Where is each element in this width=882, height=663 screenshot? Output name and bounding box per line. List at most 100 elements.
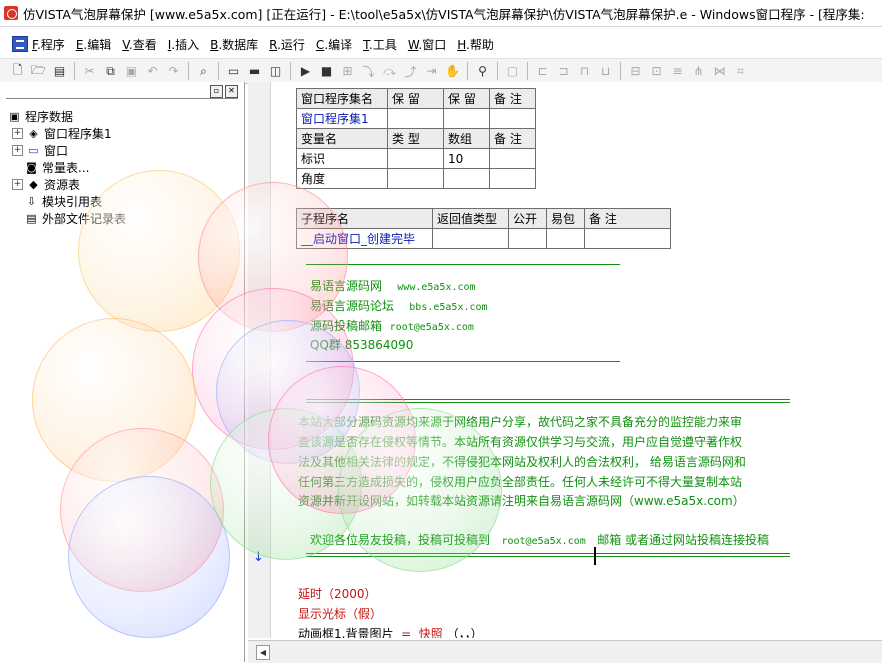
new-file-icon[interactable]: 🗋 [8,62,27,81]
menu-program[interactable]: F.程序 [32,36,65,53]
scroll-left-icon[interactable]: ◀ [256,645,270,660]
expand-icon[interactable]: + [12,128,23,139]
table-cell[interactable] [387,168,444,189]
col-header: 备 注 [584,208,671,229]
stop-icon[interactable]: ■ [317,62,336,81]
table-cell[interactable] [546,228,585,249]
col-header: 备 注 [489,88,536,109]
step-over-icon[interactable]: ⤼ [380,62,399,81]
menu-insert[interactable]: I.插入 [168,36,199,53]
ide-logo-icon[interactable] [12,36,28,52]
save-icon[interactable]: ▤ [50,62,69,81]
tree-item-module[interactable]: + ◈ 窗口程序集1 [8,125,126,142]
table-cell[interactable] [489,148,536,169]
center-vertical-icon[interactable]: ⋈ [710,62,729,81]
program-set-name[interactable]: 窗口程序集1 [296,108,388,129]
panel-header: ▫ ✕ [6,84,238,99]
panel-restore-icon[interactable]: ▫ [210,84,223,98]
table-cell[interactable] [584,228,671,249]
table-cell[interactable] [489,108,536,129]
constant-icon: ◙ [26,160,37,174]
table-cell[interactable] [508,228,547,249]
redo-icon[interactable]: ↷ [164,62,183,81]
col-header: 返回值类型 [432,208,509,229]
table-cell[interactable] [387,108,444,129]
variable-name[interactable]: 标识 [296,148,388,169]
form-designer-icon[interactable]: ▢ [503,62,522,81]
menu-edit[interactable]: E.编辑 [76,36,111,53]
menu-window[interactable]: W.窗口 [408,36,446,53]
table-cell[interactable] [489,168,536,189]
col-header: 易包 [546,208,585,229]
expand-icon[interactable]: + [12,179,23,190]
open-folder-icon[interactable]: 🗁 [29,62,48,81]
space-even-icon[interactable]: ≡ [668,62,687,81]
title-bar: 仿VISTA气泡屏幕保护 [www.e5a5x.com] [正在运行] - E:… [0,0,882,27]
code-line-delay[interactable]: 延时（2000） [298,585,377,602]
expand-icon[interactable]: + [12,145,23,156]
app-icon [4,6,18,20]
tab-layout-icon[interactable]: ▬ [245,62,264,81]
run-to-cursor-icon[interactable]: ⇥ [422,62,441,81]
grid-icon[interactable]: ⌗ [731,62,750,81]
col-header: 变量名 [296,128,388,149]
code-line-snapshot[interactable]: 动画框1.背景图片 = 快照 （，，） [298,625,483,638]
find-icon[interactable]: ⌕ [194,62,213,81]
cut-icon[interactable]: ✂ [80,62,99,81]
step-out-icon[interactable]: ⤴ [401,62,420,81]
table-cell[interactable] [387,148,444,169]
menu-bar: F.程序 E.编辑 V.查看 I.插入 B.数据库 R.运行 C.编译 T.工具… [0,32,882,56]
paste-icon[interactable]: ▣ [122,62,141,81]
horizontal-scrollbar[interactable]: ◀ [248,640,882,663]
external-file-icon: ▤ [26,211,37,225]
col-header: 窗口程序集名 [296,88,388,109]
variable-name[interactable]: 角度 [296,168,388,189]
same-width-icon[interactable]: ⊟ [626,62,645,81]
menu-view[interactable]: V.查看 [122,36,157,53]
tree-item-constants[interactable]: ◙ 常量表... [8,159,126,176]
split-layout-icon[interactable]: ◫ [266,62,285,81]
align-left-icon[interactable]: ⊏ [533,62,552,81]
bubble [338,408,502,572]
table-cell[interactable] [443,168,490,189]
comment-line[interactable]: 易语言源码论坛 bbs.e5a5x.com [310,297,488,314]
module-icon: ◈ [29,126,38,140]
toolbar-separator [497,62,498,80]
panel-close-icon[interactable]: ✕ [225,84,238,98]
comment-divider [306,264,620,265]
toolbar-separator [620,62,621,80]
table-cell[interactable]: 10 [443,148,490,169]
tree-root[interactable]: ▣ 程序数据 [8,108,126,125]
col-header: 备 注 [489,128,536,149]
bubble [68,476,230,638]
same-height-icon[interactable]: ⊡ [647,62,666,81]
align-top-icon[interactable]: ⊔ [596,62,615,81]
run-icon[interactable]: ▶ [296,62,315,81]
step-icon[interactable]: ⊞ [338,62,357,81]
toolbar-separator [290,62,291,80]
step-into-icon[interactable]: ⤵ [359,62,378,81]
tree-item-window[interactable]: + ▭ 窗口 [8,142,126,159]
undo-icon[interactable]: ↶ [143,62,162,81]
menu-run[interactable]: R.运行 [269,36,305,53]
menu-compile[interactable]: C.编译 [316,36,352,53]
menu-tools[interactable]: T.工具 [363,36,397,53]
table-cell[interactable] [432,228,509,249]
align-right-icon[interactable]: ⊓ [575,62,594,81]
table-cell[interactable] [443,108,490,129]
code-line-show-cursor[interactable]: 显示光标（假） [298,605,382,622]
menu-database[interactable]: B.数据库 [210,36,258,53]
window-layout-icon[interactable]: ▭ [224,62,243,81]
col-header: 保 留 [387,88,444,109]
search-binoculars-icon[interactable]: ⚲ [473,62,492,81]
window-title: 仿VISTA气泡屏幕保护 [www.e5a5x.com] [正在运行] - E:… [23,6,865,22]
col-header: 保 留 [443,88,490,109]
window-icon: ▭ [28,143,39,157]
copy-icon[interactable]: ⧉ [101,62,120,81]
align-center-icon[interactable]: ⊐ [554,62,573,81]
center-horizontal-icon[interactable]: ⋔ [689,62,708,81]
toolbar-separator [188,62,189,80]
hand-icon[interactable]: ✋ [443,62,462,81]
toolbar-separator [527,62,528,80]
menu-help[interactable]: H.帮助 [457,36,494,53]
